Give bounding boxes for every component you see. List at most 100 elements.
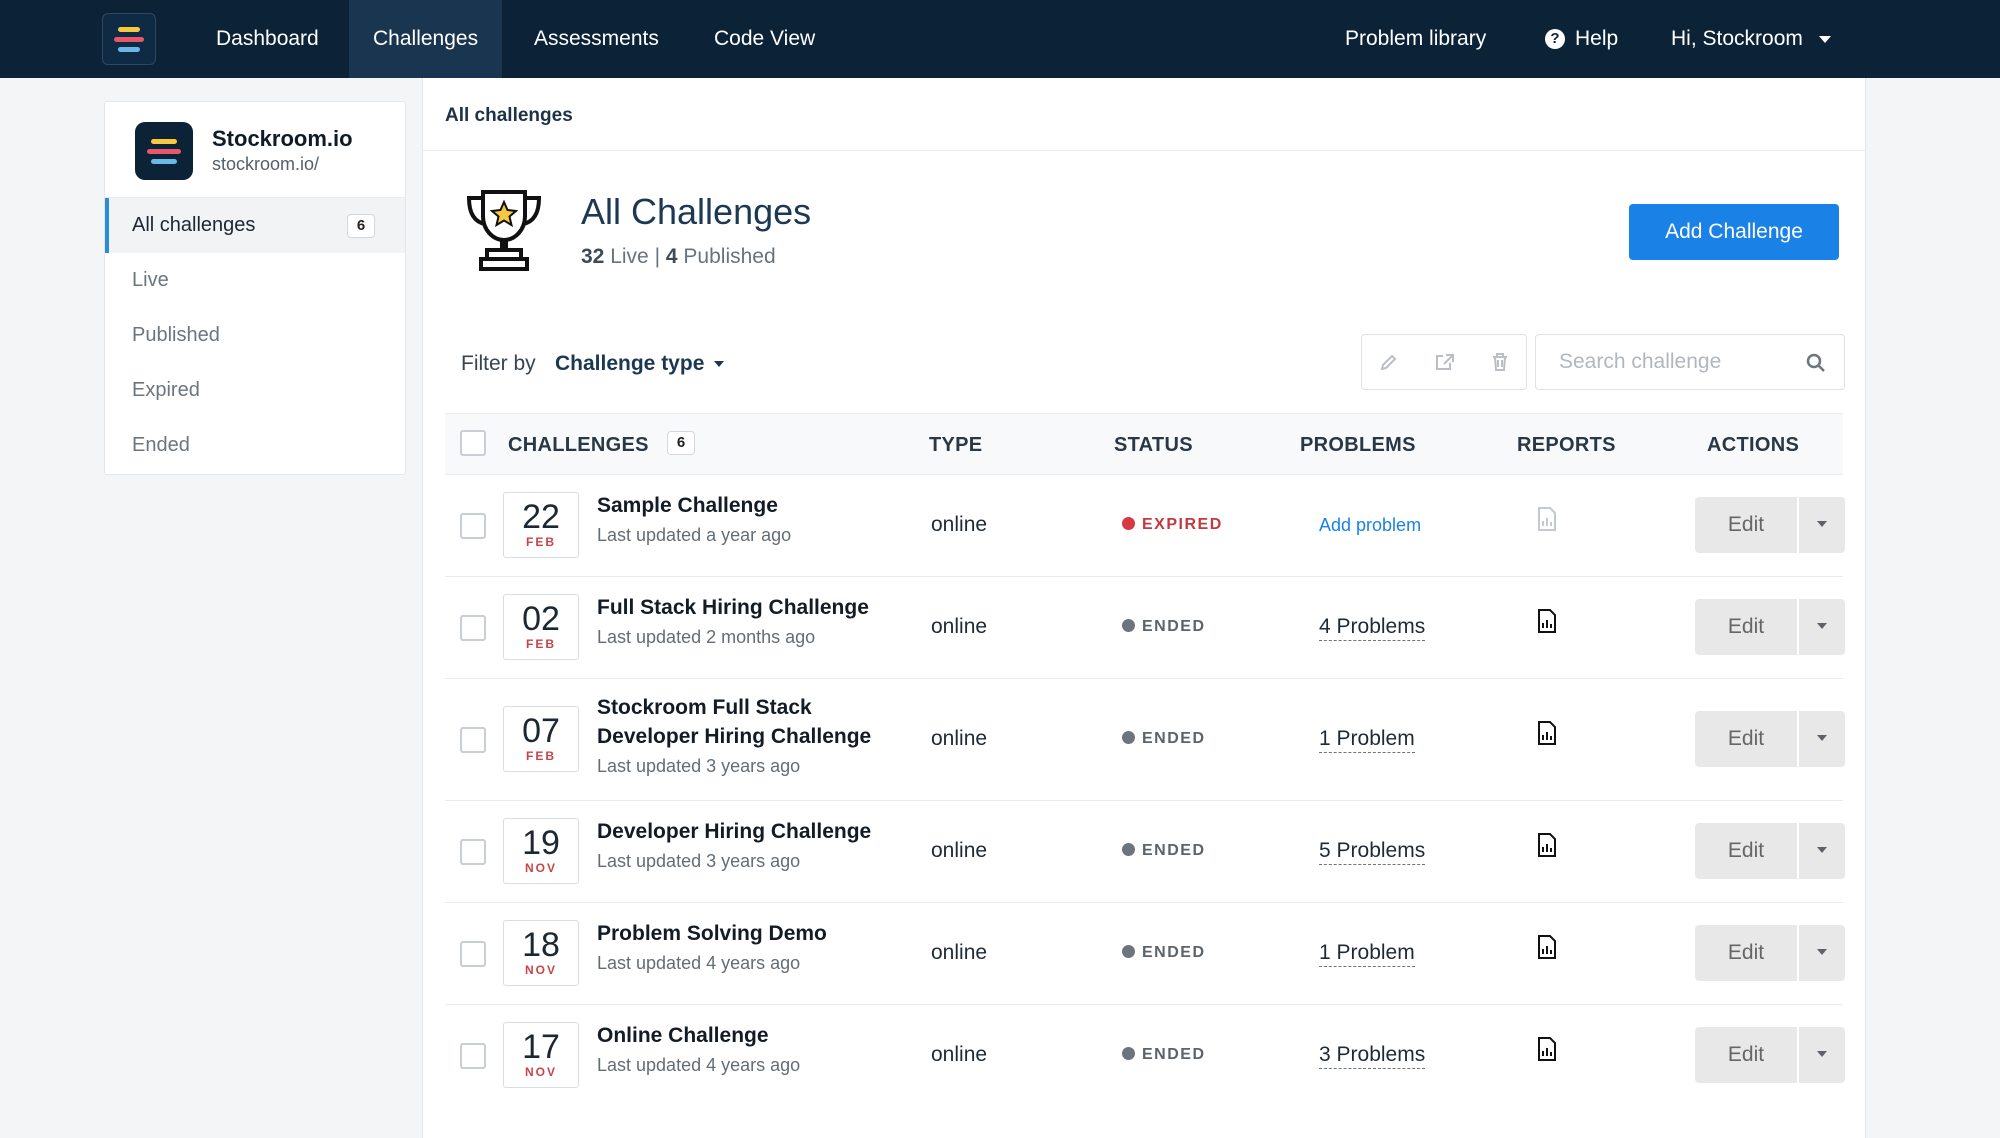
- external-link-icon[interactable]: [1434, 352, 1456, 372]
- row-checkbox[interactable]: [460, 839, 486, 865]
- edit-button[interactable]: Edit: [1695, 1027, 1797, 1083]
- edit-dropdown-button[interactable]: [1799, 599, 1845, 655]
- nav-challenges[interactable]: Challenges: [349, 0, 503, 78]
- report-document-icon[interactable]: [1537, 608, 1557, 634]
- pencil-icon[interactable]: [1379, 352, 1399, 372]
- org-logo-icon: [135, 122, 193, 180]
- status-label: EXPIRED: [1142, 516, 1223, 533]
- date-badge: 19 NOV: [503, 818, 579, 884]
- add-challenge-button[interactable]: Add Challenge: [1629, 204, 1839, 260]
- sidebar-item-label: All challenges: [132, 214, 256, 236]
- challenge-type: online: [931, 615, 988, 638]
- edit-button[interactable]: Edit: [1695, 599, 1797, 655]
- challenge-name[interactable]: Full Stack Hiring Challenge: [597, 593, 897, 622]
- date-day: 07: [522, 712, 560, 750]
- challenges-count-badge: 6: [667, 431, 695, 455]
- org-url: stockroom.io/: [212, 154, 320, 174]
- row-checkbox[interactable]: [460, 1043, 486, 1069]
- edit-button[interactable]: Edit: [1695, 497, 1797, 553]
- edit-dropdown-button[interactable]: [1799, 925, 1845, 981]
- live-count: 32: [581, 245, 605, 268]
- date-month: NOV: [524, 963, 557, 977]
- edit-action-group: Edit: [1695, 823, 1845, 879]
- status-label: ENDED: [1142, 730, 1206, 747]
- date-day: 02: [522, 600, 560, 638]
- nav-assessments[interactable]: Assessments: [510, 0, 683, 78]
- edit-dropdown-button[interactable]: [1799, 711, 1845, 767]
- edit-action-group: Edit: [1695, 711, 1845, 767]
- edit-dropdown-button[interactable]: [1799, 1027, 1845, 1083]
- date-badge: 02 FEB: [503, 594, 579, 660]
- nav-problem-library[interactable]: Problem library: [1321, 0, 1510, 78]
- add-problem-link[interactable]: Add problem: [1319, 515, 1421, 537]
- edit-button[interactable]: Edit: [1695, 925, 1797, 981]
- user-greeting: Hi, Stockroom: [1671, 27, 1803, 50]
- search-box: [1535, 334, 1845, 390]
- org-header: Stockroom.io stockroom.io/: [105, 102, 405, 198]
- report-document-icon[interactable]: [1537, 720, 1557, 746]
- challenge-name[interactable]: Sample Challenge: [597, 491, 897, 520]
- sidebar-item-all-challenges[interactable]: All challenges 6: [105, 198, 405, 253]
- challenge-name[interactable]: Stockroom Full Stack Developer Hiring Ch…: [597, 693, 897, 751]
- date-badge: 07 FEB: [503, 706, 579, 772]
- date-badge: 22 FEB: [503, 492, 579, 558]
- sidebar-item-ended[interactable]: Ended: [105, 418, 405, 473]
- challenge-name[interactable]: Problem Solving Demo: [597, 919, 897, 948]
- nav-code-view[interactable]: Code View: [690, 0, 839, 78]
- live-label: Live: [610, 245, 649, 268]
- challenge-name[interactable]: Developer Hiring Challenge: [597, 817, 897, 846]
- edit-button[interactable]: Edit: [1695, 711, 1797, 767]
- challenge-name[interactable]: Online Challenge: [597, 1021, 897, 1050]
- table-row: 19 NOV Developer Hiring Challenge Last u…: [445, 801, 1845, 903]
- problems-link[interactable]: 4 Problems: [1319, 615, 1426, 641]
- problems-link[interactable]: 1 Problem: [1319, 727, 1415, 753]
- user-menu[interactable]: Hi, Stockroom: [1647, 0, 1855, 78]
- report-document-icon[interactable]: [1537, 832, 1557, 858]
- sidebar-item-published[interactable]: Published: [105, 308, 405, 363]
- table-header: CHALLENGES 6 TYPE STATUS PROBLEMS REPORT…: [445, 413, 1843, 475]
- org-name: Stockroom.io: [212, 126, 353, 151]
- status-badge: EXPIRED: [1122, 516, 1223, 534]
- search-icon[interactable]: [1806, 353, 1826, 373]
- header-challenges[interactable]: CHALLENGES: [508, 434, 649, 457]
- status-badge: ENDED: [1122, 1046, 1206, 1064]
- report-document-icon[interactable]: [1537, 934, 1557, 960]
- date-month: FEB: [526, 637, 556, 651]
- date-month: NOV: [524, 861, 557, 875]
- header-problems: PROBLEMS: [1300, 434, 1416, 456]
- challenge-stats: 32 Live | 4 Published: [581, 245, 776, 269]
- report-document-icon[interactable]: [1537, 1036, 1557, 1062]
- stockroom-logo-icon[interactable]: [102, 13, 156, 65]
- problems-link[interactable]: 5 Problems: [1319, 839, 1426, 865]
- problems-link[interactable]: 3 Problems: [1319, 1043, 1426, 1069]
- select-all-checkbox[interactable]: [460, 430, 486, 456]
- row-checkbox[interactable]: [460, 727, 486, 753]
- count-badge: 6: [347, 214, 375, 238]
- row-checkbox[interactable]: [460, 615, 486, 641]
- challenge-type: online: [931, 941, 988, 964]
- problems-link[interactable]: 1 Problem: [1319, 941, 1415, 967]
- header-reports: REPORTS: [1517, 434, 1616, 456]
- row-checkbox[interactable]: [460, 941, 486, 967]
- nav-help[interactable]: ? Help: [1521, 0, 1642, 78]
- breadcrumb[interactable]: All challenges: [445, 105, 573, 127]
- date-day: 22: [522, 498, 560, 536]
- bulk-actions: [1361, 334, 1527, 390]
- last-updated: Last updated a year ago: [597, 525, 792, 545]
- search-input[interactable]: [1537, 336, 1787, 388]
- nav-dashboard[interactable]: Dashboard: [192, 0, 343, 78]
- edit-dropdown-button[interactable]: [1799, 497, 1845, 553]
- trash-icon[interactable]: [1491, 352, 1509, 372]
- stats-separator: |: [654, 245, 661, 268]
- challenge-type: online: [931, 839, 988, 862]
- sidebar-item-expired[interactable]: Expired: [105, 363, 405, 418]
- edit-button[interactable]: Edit: [1695, 823, 1797, 879]
- row-checkbox[interactable]: [460, 513, 486, 539]
- sidebar-item-live[interactable]: Live: [105, 253, 405, 308]
- table-row: 02 FEB Full Stack Hiring Challenge Last …: [445, 577, 1845, 679]
- top-navbar: Dashboard Challenges Assessments Code Vi…: [0, 0, 2000, 78]
- challenge-type: online: [931, 1043, 988, 1066]
- challenge-type-filter[interactable]: Challenge type: [555, 352, 725, 376]
- published-label: Published: [683, 245, 776, 268]
- edit-dropdown-button[interactable]: [1799, 823, 1845, 879]
